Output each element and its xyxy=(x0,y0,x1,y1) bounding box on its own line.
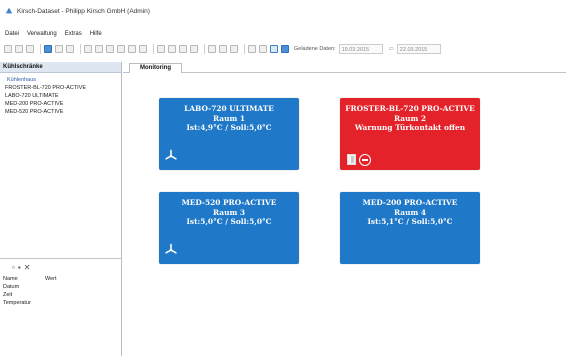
calendar-icon[interactable]: ▭ xyxy=(389,46,394,52)
device-card-froster-bl-720[interactable]: FROSTER-BL-720 PRO-ACTIVE Raum 2 Warnung… xyxy=(340,98,480,170)
device-status: Ist:5,0°C / Soll:5,0°C xyxy=(186,217,272,226)
property-row: Datum xyxy=(3,284,20,290)
column-value: Wert xyxy=(45,276,57,282)
toolbar-button[interactable] xyxy=(208,45,216,53)
device-room: Raum 2 xyxy=(393,113,426,123)
toolbar-button[interactable] xyxy=(4,45,12,53)
toolbar-separator xyxy=(244,44,245,54)
grid-view-icon[interactable] xyxy=(281,45,289,53)
toolbar-button[interactable] xyxy=(15,45,23,53)
toolbar-button[interactable] xyxy=(84,45,92,53)
toolbar-button[interactable] xyxy=(259,45,267,53)
tab-monitoring[interactable]: Monitoring xyxy=(129,63,182,73)
toolbar-button[interactable] xyxy=(26,45,34,53)
stop-icon xyxy=(359,154,371,166)
device-status: Warnung Türkontakt offen xyxy=(354,123,466,132)
toolbar-button[interactable] xyxy=(230,45,238,53)
tree-item[interactable]: LABO-720 ULTIMATE xyxy=(3,92,121,100)
app-window: Kirsch-Dataset - Philipp Kirsch GmbH (Ad… xyxy=(0,0,566,356)
zoom-out-icon[interactable] xyxy=(66,45,74,53)
properties-header: Name Wert xyxy=(3,275,121,283)
app-icon xyxy=(5,7,13,14)
loaded-data-label: Geladene Daten: xyxy=(294,46,336,52)
device-tree: Kühlenhaus FROSTER-BL-720 PRO-ACTIVE LAB… xyxy=(0,73,121,116)
device-card-med-200[interactable]: MED-200 PRO-ACTIVE Raum 4 Ist:5,1°C / So… xyxy=(340,192,480,264)
properties-panel: ▫ ▪ ✕ Name Wert Datum Zeit Temperatur xyxy=(0,258,121,356)
menu-bar: Datei Verwaltung Extras Hilfe xyxy=(0,28,110,40)
device-room: Raum 1 xyxy=(212,113,245,123)
toolbar-button[interactable] xyxy=(248,45,256,53)
edit-icon[interactable]: ▪ xyxy=(18,263,21,272)
toolbar: Geladene Daten: 19.03.2015 ▭ 22.03.2015 xyxy=(0,40,566,58)
menu-datei[interactable]: Datei xyxy=(5,31,19,37)
toolbar-button[interactable] xyxy=(95,45,103,53)
tree-root[interactable]: Kühlenhaus xyxy=(3,76,121,84)
toolbar-button[interactable] xyxy=(179,45,187,53)
toolbar-separator xyxy=(40,44,41,54)
tree-item[interactable]: MED-520 PRO-ACTIVE xyxy=(3,108,121,116)
toolbar-button[interactable] xyxy=(219,45,227,53)
toolbar-button[interactable] xyxy=(139,45,147,53)
device-room: Raum 3 xyxy=(212,207,245,217)
toolbar-button[interactable] xyxy=(190,45,198,53)
device-status: Ist:5,1°C / Soll:5,0°C xyxy=(367,217,453,226)
properties-table: Name Wert Datum Zeit Temperatur xyxy=(0,275,121,307)
toolbar-button[interactable] xyxy=(168,45,176,53)
device-name: FROSTER-BL-720 PRO-ACTIVE xyxy=(345,104,475,113)
toolbar-button[interactable] xyxy=(117,45,125,53)
monitoring-panel: LABO-720 ULTIMATE Raum 1 Ist:4,9°C / Sol… xyxy=(123,73,566,356)
property-row: Temperatur xyxy=(3,300,31,306)
title-bar: Kirsch-Dataset - Philipp Kirsch GmbH (Ad… xyxy=(0,0,566,22)
device-name: MED-520 PRO-ACTIVE xyxy=(181,198,277,207)
door-icon xyxy=(347,154,356,165)
device-room: Raum 4 xyxy=(393,207,426,217)
fan-icon xyxy=(165,149,177,160)
globe-icon[interactable] xyxy=(44,45,52,53)
device-status: Ist:4,9°C / Soll:5,0°C xyxy=(186,123,272,132)
date-from-field[interactable]: 19.03.2015 xyxy=(338,44,383,54)
device-card-med-520[interactable]: MED-520 PRO-ACTIVE Raum 3 Ist:5,0°C / So… xyxy=(159,192,299,264)
window-title: Kirsch-Dataset - Philipp Kirsch GmbH (Ad… xyxy=(17,7,150,15)
device-name: MED-200 PRO-ACTIVE xyxy=(362,198,458,207)
new-icon[interactable]: ▫ xyxy=(12,263,15,272)
sidebar-header: Kühlschränke xyxy=(0,62,121,73)
device-name: LABO-720 ULTIMATE xyxy=(184,104,274,113)
toolbar-separator xyxy=(80,44,81,54)
tree-item[interactable]: FROSTER-BL-720 PRO-ACTIVE xyxy=(3,84,121,92)
property-row: Zeit xyxy=(3,292,13,298)
toolbar-separator xyxy=(204,44,205,54)
menu-hilfe[interactable]: Hilfe xyxy=(90,31,102,37)
fan-icon xyxy=(165,243,177,254)
device-card-labo-720[interactable]: LABO-720 ULTIMATE Raum 1 Ist:4,9°C / Sol… xyxy=(159,98,299,170)
zoom-in-icon[interactable] xyxy=(55,45,63,53)
tab-strip: Monitoring xyxy=(123,62,566,73)
toolbar-separator xyxy=(153,44,154,54)
toolbar-button[interactable] xyxy=(128,45,136,53)
close-icon[interactable]: ✕ xyxy=(24,263,31,272)
date-to-field[interactable]: 22.03.2015 xyxy=(396,44,441,54)
toolbar-button[interactable] xyxy=(106,45,114,53)
properties-toolbar: ▫ ▪ ✕ xyxy=(0,259,121,275)
menu-verwaltung[interactable]: Verwaltung xyxy=(27,31,57,37)
tree-item[interactable]: MED-200 PRO-ACTIVE xyxy=(3,100,121,108)
column-name: Name xyxy=(3,276,18,282)
cursor-icon[interactable] xyxy=(270,45,278,53)
toolbar-button[interactable] xyxy=(157,45,165,53)
menu-extras[interactable]: Extras xyxy=(65,31,82,37)
sidebar: Kühlschränke Kühlenhaus FROSTER-BL-720 P… xyxy=(0,62,122,356)
